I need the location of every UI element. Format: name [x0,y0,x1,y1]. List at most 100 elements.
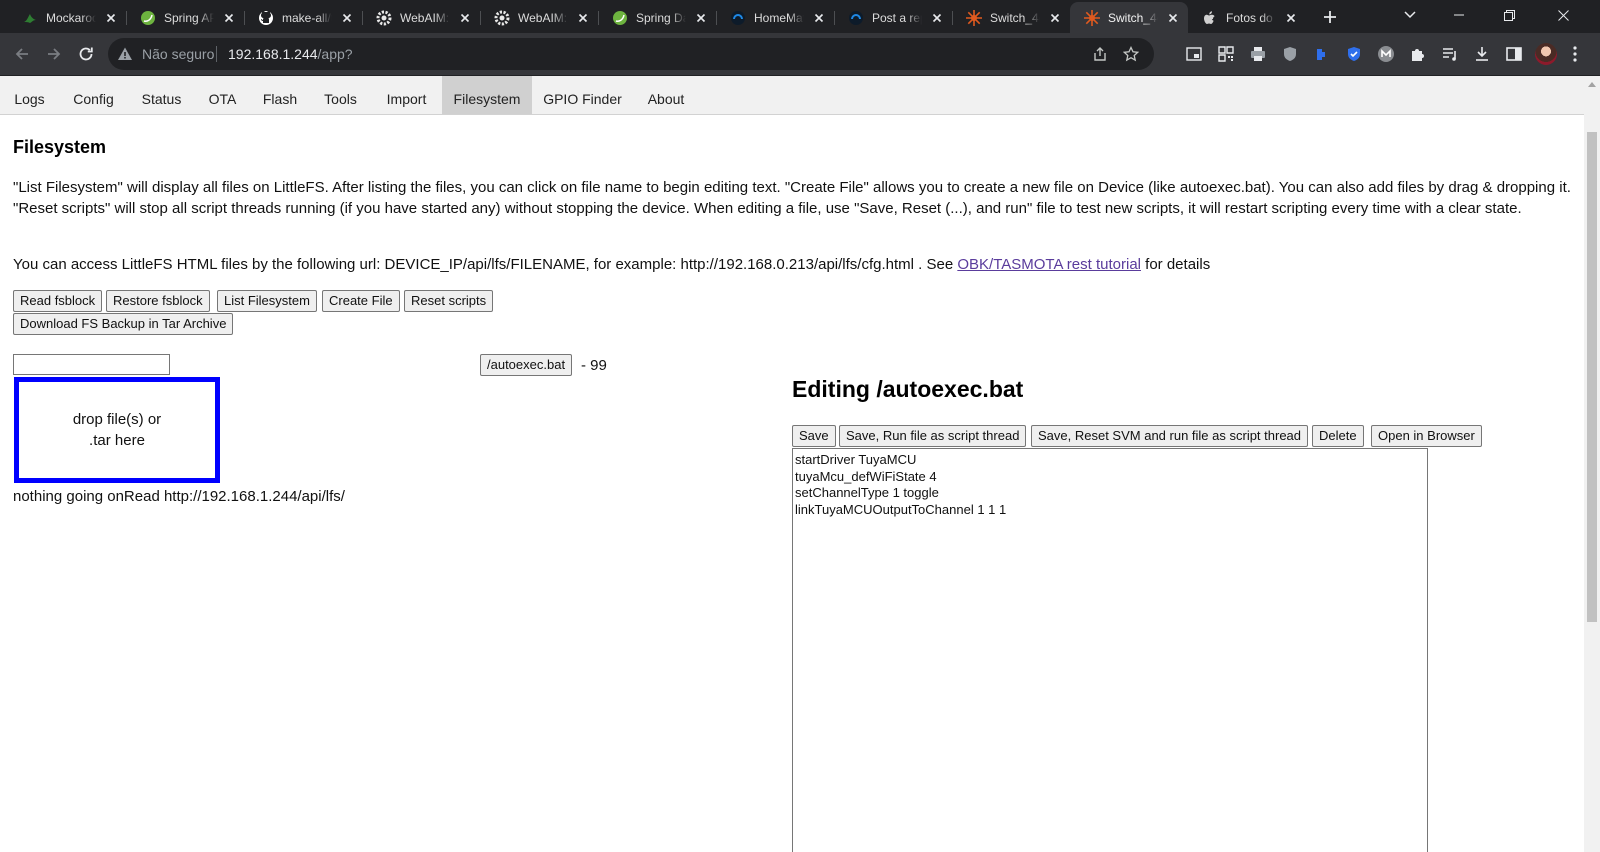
chevron-down-icon [1404,11,1416,19]
rest-tutorial-link[interactable]: OBK/TASMOTA rest tutorial [957,256,1141,273]
delete-file-button[interactable]: Delete [1312,425,1364,447]
playlist-icon [1443,48,1456,61]
restore-fsblock-button[interactable]: Restore fsblock [106,290,210,312]
scroll-up-arrow[interactable] [1588,82,1596,87]
tab-config[interactable]: Config [59,76,128,114]
tab-list: Mockaroo Spring API make-all/tuya WebAIM: F… [8,2,1306,33]
close-icon[interactable] [930,11,944,25]
close-window-button[interactable] [1540,0,1586,30]
browser-tab[interactable]: HomeMate [716,2,834,33]
tab-logs[interactable]: Logs [0,76,59,114]
qr-code-icon [1218,46,1234,62]
extensions-button[interactable] [1409,45,1427,63]
side-panel-icon [1506,47,1522,61]
tab-search-button[interactable] [1387,0,1433,30]
browser-tab[interactable]: Switch_4ch [1070,2,1188,33]
tab-ota[interactable]: OTA [195,76,250,114]
list-filesystem-button[interactable]: List Filesystem [217,290,317,312]
tab-status[interactable]: Status [128,76,195,114]
cast-extension-button[interactable] [1185,45,1203,63]
close-icon[interactable] [222,11,236,25]
browser-tab[interactable]: Spring Data [598,2,716,33]
browser-tab[interactable]: Fotos do iC [1188,2,1306,33]
shield-extension-button[interactable] [1281,45,1299,63]
browser-tab[interactable]: WebAIM: Fo [362,2,480,33]
close-icon[interactable] [1048,11,1062,25]
status-text: nothing going onRead http://192.168.1.24… [13,488,345,505]
browser-tab[interactable]: WebAIM: C [480,2,598,33]
url-text[interactable]: 192.168.1.244/app? [228,46,353,62]
close-icon[interactable] [104,11,118,25]
tab-title: Mockaroo [46,10,96,25]
chrome-menu-button[interactable] [1566,45,1584,63]
tab-title: HomeMate [754,10,804,25]
tab-tools[interactable]: Tools [310,76,371,114]
omnibox-divider [216,46,217,62]
tab-gpio-finder[interactable]: GPIO Finder [532,76,633,114]
new-tab-button[interactable] [1318,6,1342,28]
ublock-extension-button[interactable] [1313,45,1331,63]
page-viewport: Logs Config Status OTA Flash Tools Import Files… [0,76,1600,852]
reset-scripts-button[interactable]: Reset scripts [404,290,494,312]
save-run-button[interactable]: Save, Run file as script thread [839,425,1027,447]
side-panel-button[interactable] [1505,45,1523,63]
browser-tab[interactable]: Spring API [126,2,244,33]
reading-list-button[interactable] [1441,45,1459,63]
close-icon[interactable] [340,11,354,25]
security-label[interactable]: Não seguro [142,46,214,62]
access-text: You can access LittleFS HTML files by th… [13,256,958,273]
close-icon[interactable] [1284,11,1298,25]
tab-title: WebAIM: C [518,10,568,25]
browser-tab[interactable]: Mockaroo [8,2,126,33]
page-scrollbar[interactable] [1584,76,1600,852]
file-filter-input[interactable] [13,354,170,375]
share-icon[interactable] [1092,46,1108,62]
profile-avatar[interactable] [1535,43,1557,65]
close-icon [1557,9,1569,21]
spring-icon [613,10,627,25]
printer-extension-button[interactable] [1249,45,1267,63]
tab-about[interactable]: About [633,76,699,114]
close-icon[interactable] [812,11,826,25]
back-button[interactable] [8,40,36,68]
close-icon[interactable] [576,11,590,25]
browser-tab[interactable]: Switch_4ch [952,2,1070,33]
arrow-left-icon [15,48,28,60]
downloads-button[interactable] [1473,45,1491,63]
tab-flash[interactable]: Flash [250,76,310,114]
url-path: /app? [317,46,353,62]
tab-import[interactable]: Import [371,76,442,114]
file-editor-textarea[interactable] [792,448,1428,852]
tab-title: Fotos do iC [1226,10,1276,25]
reload-icon [79,47,93,61]
download-backup-button[interactable]: Download FS Backup in Tar Archive [13,313,234,335]
close-icon[interactable] [1166,11,1180,25]
browser-tab[interactable]: make-all/tuya [244,2,362,33]
minimize-icon [1454,14,1464,16]
create-file-button[interactable]: Create File [322,290,400,312]
m-extension-button[interactable] [1377,45,1395,63]
qr-extension-button[interactable] [1217,45,1235,63]
kebab-menu-icon [1573,46,1577,62]
read-fsblock-button[interactable]: Read fsblock [13,290,103,312]
warning-icon[interactable] [117,46,133,62]
reload-button[interactable] [72,40,100,68]
restore-button[interactable] [1486,0,1532,30]
open-in-browser-button[interactable]: Open in Browser [1371,425,1482,447]
tab-title: Post a reply [872,10,922,25]
forward-button[interactable] [40,40,68,68]
file-drop-zone[interactable]: drop file(s) or .tar here [14,377,220,483]
scrollbar-thumb[interactable] [1587,132,1597,622]
browser-tab[interactable]: Post a reply [834,2,952,33]
file-entry-autoexec-button[interactable]: /autoexec.bat [480,354,573,376]
address-bar[interactable]: Não seguro 192.168.1.244/app? [108,38,1154,70]
bookmark-star-icon[interactable] [1123,46,1139,62]
save-button[interactable]: Save [792,425,836,447]
close-icon[interactable] [694,11,708,25]
bitwarden-extension-button[interactable] [1345,45,1363,63]
tab-filesystem[interactable]: Filesystem [442,76,532,114]
download-icon [1476,47,1488,61]
minimize-button[interactable] [1436,0,1482,30]
save-reset-run-button[interactable]: Save, Reset SVM and run file as script t… [1031,425,1309,447]
close-icon[interactable] [458,11,472,25]
